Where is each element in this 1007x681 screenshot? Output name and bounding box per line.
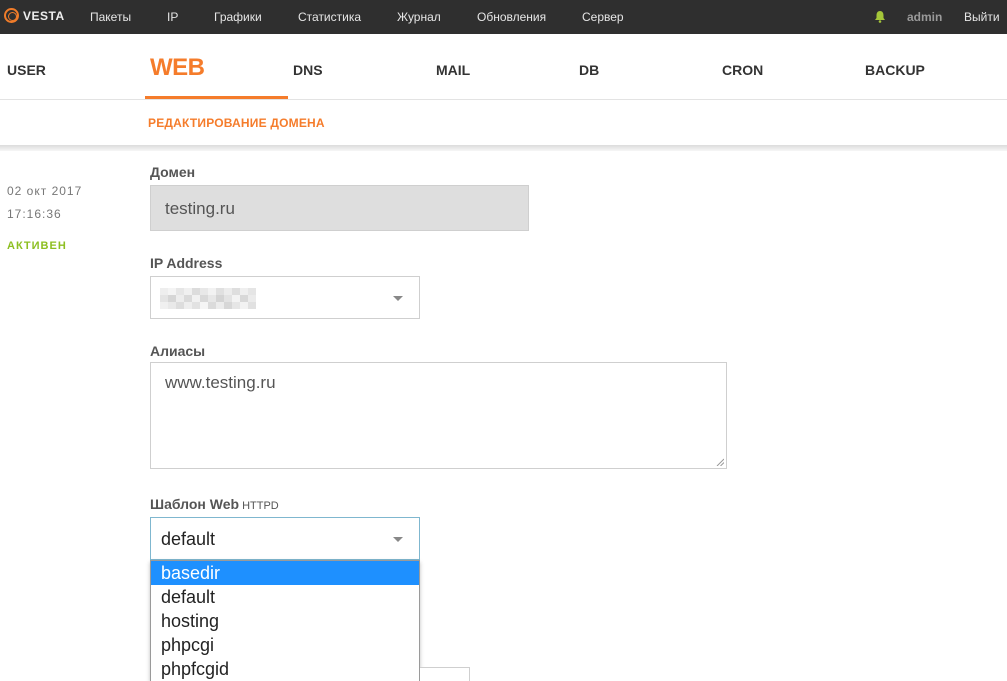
tab-cron[interactable]: CRON xyxy=(722,62,763,78)
main-tabs: USER WEB DNS MAIL DB CRON BACKUP xyxy=(0,34,1007,100)
hidden-field-edge xyxy=(420,667,470,681)
template-sublabel: HTTPD xyxy=(242,500,279,512)
tab-mail[interactable]: MAIL xyxy=(436,62,470,78)
tab-user[interactable]: USER xyxy=(7,62,46,78)
menu-server[interactable]: Сервер xyxy=(582,10,624,24)
template-option-basedir[interactable]: basedir xyxy=(151,561,419,585)
template-option-default[interactable]: default xyxy=(151,585,419,609)
domain-field: testing.ru xyxy=(150,185,529,231)
vesta-logo-icon xyxy=(4,8,19,23)
tab-web[interactable]: WEB xyxy=(150,54,205,82)
chevron-down-icon xyxy=(393,537,403,542)
aliases-label: Алиасы xyxy=(150,343,206,359)
logout-link[interactable]: Выйти xyxy=(964,10,1000,24)
active-tab-underline xyxy=(145,96,288,99)
ip-select[interactable] xyxy=(150,276,420,319)
page-title: РЕДАКТИРОВАНИЕ ДОМЕНА xyxy=(148,116,325,130)
subheader: РЕДАКТИРОВАНИЕ ДОМЕНА xyxy=(0,100,1007,146)
top-bar: VESTA Пакеты IP Графики Статистика Журна… xyxy=(0,0,1007,34)
bell-icon[interactable] xyxy=(874,10,886,23)
aliases-value: www.testing.ru xyxy=(165,373,276,392)
vesta-logo[interactable]: VESTA xyxy=(4,8,65,23)
status-badge: АКТИВЕН xyxy=(7,240,67,252)
resize-handle-icon[interactable] xyxy=(716,458,724,466)
logo-text: VESTA xyxy=(23,8,65,23)
tab-db[interactable]: DB xyxy=(579,62,599,78)
ip-label: IP Address xyxy=(150,255,223,271)
template-label: Шаблон Web HTTPD xyxy=(150,496,279,512)
template-select-value: default xyxy=(161,529,216,549)
menu-log[interactable]: Журнал xyxy=(397,10,441,24)
created-date: 02 окт 2017 xyxy=(7,184,83,198)
template-option-hosting[interactable]: hosting xyxy=(151,609,419,633)
menu-updates[interactable]: Обновления xyxy=(477,10,546,24)
menu-statistics[interactable]: Статистика xyxy=(298,10,361,24)
menu-packages[interactable]: Пакеты xyxy=(90,10,131,24)
template-option-phpcgi[interactable]: phpcgi xyxy=(151,633,419,657)
template-dropdown: basedir default hosting phpcgi phpfcgid xyxy=(150,560,420,681)
menu-graphs[interactable]: Графики xyxy=(214,10,262,24)
ip-value-redacted xyxy=(160,288,256,309)
menu-ip[interactable]: IP xyxy=(167,10,178,24)
domain-label: Домен xyxy=(150,164,196,180)
template-label-text: Шаблон Web xyxy=(150,496,240,512)
aliases-textarea[interactable]: www.testing.ru xyxy=(150,362,727,469)
template-select[interactable]: default xyxy=(150,517,420,560)
divider xyxy=(0,145,1007,151)
created-time: 17:16:36 xyxy=(7,207,62,221)
chevron-down-icon xyxy=(393,296,403,301)
user-link[interactable]: admin xyxy=(907,10,942,24)
tab-backup[interactable]: BACKUP xyxy=(865,62,925,78)
template-option-phpfcgid[interactable]: phpfcgid xyxy=(151,657,419,681)
tab-dns[interactable]: DNS xyxy=(293,62,323,78)
